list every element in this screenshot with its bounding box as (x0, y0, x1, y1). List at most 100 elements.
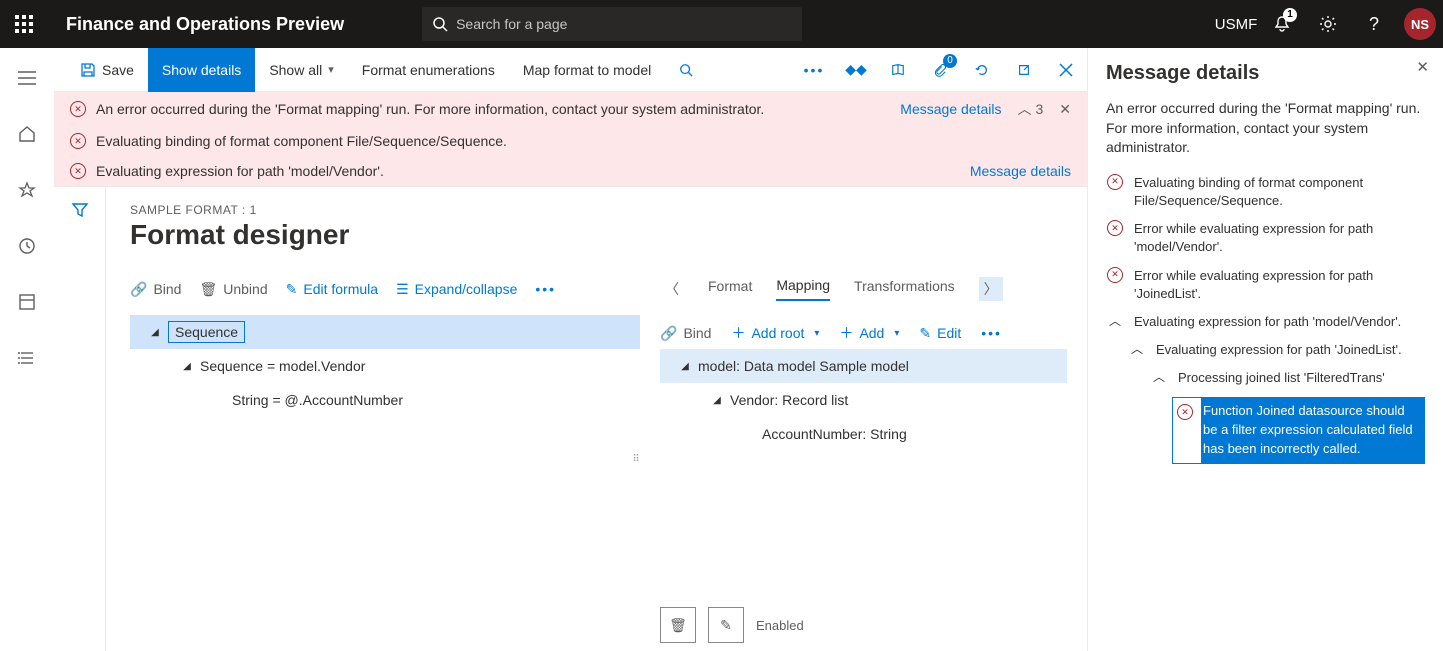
search-icon (432, 16, 448, 32)
caret-icon: ◢ (148, 327, 162, 338)
rail-modules-icon[interactable] (11, 342, 43, 374)
mapping-pane: 〈 Format Mapping Transformations 〉 🔗Bind… (640, 269, 1067, 651)
error-icon (1177, 404, 1193, 420)
rail-menu-icon[interactable] (11, 62, 43, 94)
chevron-up-icon: ︿ (1017, 99, 1031, 119)
link-icon: 🔗 (660, 325, 677, 342)
details-item: Evaluating binding of format component F… (1106, 174, 1425, 210)
message-band: An error occurred during the 'Format map… (54, 92, 1087, 187)
show-all-button[interactable]: Show all ▾ (255, 48, 347, 92)
help-button[interactable]: ? (1351, 0, 1397, 48)
cmd-search-button[interactable] (665, 48, 707, 92)
global-search[interactable] (422, 7, 802, 41)
details-title: Message details (1106, 62, 1425, 85)
rail-workspaces-icon[interactable] (11, 286, 43, 318)
details-item-expandable[interactable]: ︿ Processing joined list 'FilteredTrans' (1106, 369, 1425, 387)
edit-square-button[interactable]: ✎ (708, 607, 744, 643)
topbar: Finance and Operations Preview USMF 1 ? … (0, 0, 1443, 48)
cmd-diamond-button[interactable]: ◆◆ (835, 48, 877, 92)
cmd-close-button[interactable] (1045, 48, 1087, 92)
tree-node-account-number[interactable]: AccountNumber: String (660, 417, 1067, 451)
panel-close-button[interactable]: ✕ (1416, 58, 1429, 76)
close-icon (1059, 63, 1073, 77)
message-text: Evaluating binding of format component F… (96, 133, 507, 149)
edit-button[interactable]: ✎Edit (919, 325, 961, 342)
message-row-3: Evaluating expression for path 'model/Ve… (54, 156, 1087, 186)
details-item-selected[interactable]: Function Joined datasource should be a f… (1172, 397, 1425, 464)
show-details-button[interactable]: Show details (148, 48, 255, 92)
tab-format[interactable]: Format (708, 278, 752, 300)
tab-mapping[interactable]: Mapping (776, 277, 830, 301)
save-button[interactable]: Save (66, 48, 148, 92)
delete-button[interactable]: 🗑 (660, 607, 696, 643)
chevron-up-icon: ︿ (1109, 313, 1121, 330)
splitter-handle[interactable] (630, 439, 642, 479)
message-close-button[interactable]: ✕ (1059, 101, 1071, 118)
rail-recent-icon[interactable] (11, 230, 43, 262)
cmd-book-button[interactable] (877, 48, 919, 92)
error-icon (1107, 220, 1123, 236)
rail-favorites-icon[interactable] (11, 174, 43, 206)
tab-next-button[interactable]: 〉 (979, 277, 1003, 301)
rail-home-icon[interactable] (11, 118, 43, 150)
caret-icon: ◢ (180, 361, 194, 372)
message-text: An error occurred during the 'Format map… (96, 101, 764, 117)
diamond-icon: ◆◆ (845, 61, 867, 78)
cmd-refresh-button[interactable] (961, 48, 1003, 92)
add-button[interactable]: ＋Add▾ (839, 323, 899, 343)
settings-button[interactable] (1305, 0, 1351, 48)
expand-collapse-button[interactable]: ☰Expand/collapse (396, 281, 517, 298)
tab-prev-button[interactable]: 〈 (660, 277, 684, 301)
tab-transformations[interactable]: Transformations (854, 278, 955, 300)
format-enumerations-button[interactable]: Format enumerations (348, 48, 509, 92)
search-input[interactable] (456, 16, 792, 32)
tree-node-sequence-vendor[interactable]: ◢ Sequence = model.Vendor (130, 349, 640, 383)
plus-icon: ＋ (839, 323, 853, 343)
message-details-link[interactable]: Message details (900, 101, 1001, 117)
more-icon: ••• (804, 62, 825, 78)
cmd-more-button[interactable]: ••• (793, 48, 835, 92)
filter-column (54, 187, 106, 651)
book-icon (891, 62, 905, 78)
more-button[interactable]: ••• (535, 281, 556, 297)
error-icon (70, 133, 86, 149)
details-item-expandable[interactable]: ︿ Evaluating expression for path 'Joined… (1106, 341, 1425, 359)
details-item-expandable[interactable]: ︿ Evaluating expression for path 'model/… (1106, 313, 1425, 331)
notification-badge: 1 (1283, 8, 1297, 22)
trash-icon: 🗑 (199, 281, 217, 298)
message-row-1: An error occurred during the 'Format map… (54, 92, 1087, 126)
plus-icon: ＋ (731, 323, 745, 343)
more-icon: ••• (981, 325, 1002, 341)
caret-icon: ◢ (678, 361, 692, 372)
cmd-attachment-button[interactable]: 0 (919, 48, 961, 92)
app-title: Finance and Operations Preview (48, 14, 362, 35)
cmd-popout-button[interactable] (1003, 48, 1045, 92)
tree-node-sequence[interactable]: ◢ Sequence (130, 315, 640, 349)
format-enum-label: Format enumerations (362, 62, 495, 78)
caret-icon: ◢ (710, 395, 724, 406)
company-code[interactable]: USMF (1213, 0, 1259, 48)
tabs-row: 〈 Format Mapping Transformations 〉 (660, 269, 1067, 309)
bind-button[interactable]: 🔗Bind (130, 281, 181, 298)
notifications-button[interactable]: 1 (1259, 0, 1305, 48)
link-icon: 🔗 (130, 281, 147, 298)
unbind-button[interactable]: 🗑Unbind (199, 281, 267, 298)
format-tree-pane: 🔗Bind 🗑Unbind ✎Edit formula ☰Expand/coll… (130, 269, 640, 651)
user-avatar[interactable]: NS (1397, 0, 1443, 48)
tree-node-model[interactable]: ◢ model: Data model Sample model (660, 349, 1067, 383)
add-root-button[interactable]: ＋Add root▾ (731, 323, 819, 343)
edit-formula-button[interactable]: ✎Edit formula (286, 281, 378, 298)
tree-node-string-account[interactable]: String = @.AccountNumber (130, 383, 640, 417)
bind-button[interactable]: 🔗Bind (660, 325, 711, 342)
tree-node-vendor[interactable]: ◢ Vendor: Record list (660, 383, 1067, 417)
show-all-label: Show all (269, 62, 322, 78)
trash-icon: 🗑 (669, 617, 687, 634)
app-launcher-icon[interactable] (0, 0, 48, 48)
map-format-button[interactable]: Map format to model (509, 48, 665, 92)
more-button[interactable]: ••• (981, 325, 1002, 341)
filter-icon[interactable] (71, 201, 89, 219)
format-tree: ◢ Sequence ◢ Sequence = model.Vendor Str… (130, 315, 640, 417)
message-count[interactable]: ︿3 (1017, 99, 1043, 119)
popout-icon (1017, 62, 1031, 78)
message-details-link[interactable]: Message details (970, 163, 1071, 179)
